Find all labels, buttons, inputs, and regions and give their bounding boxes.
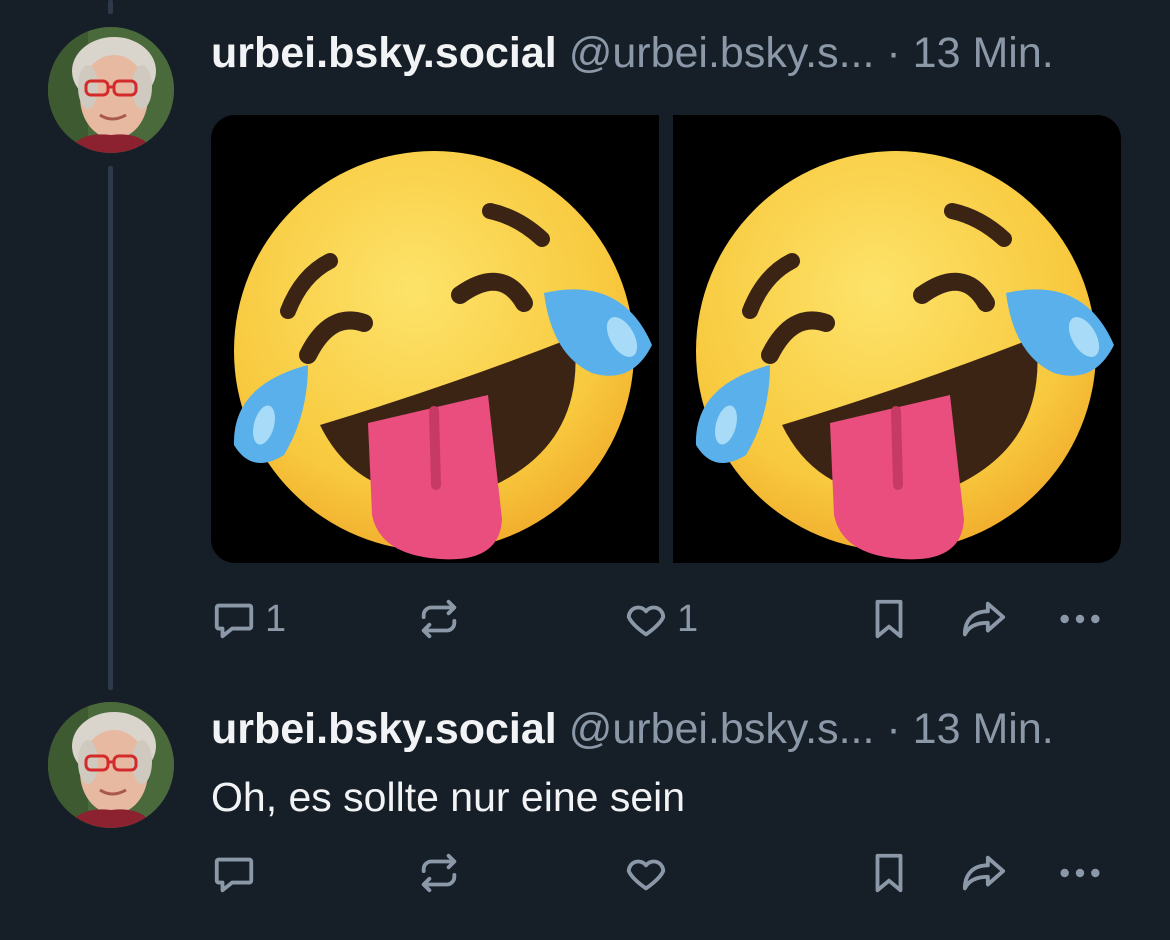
repost-icon: [421, 853, 457, 893]
share-icon: [962, 855, 1006, 891]
bookmark-icon: [875, 599, 903, 639]
post-2[interactable]: urbei.bsky.social @urbei.bsky.s... · 13 …: [0, 690, 1170, 940]
repost-icon: [421, 599, 457, 639]
image-gallery: [211, 115, 1121, 563]
reply-button[interactable]: 1: [211, 596, 286, 642]
display-name[interactable]: urbei.bsky.social: [211, 705, 557, 753]
post-actions: 1 1: [0, 596, 1170, 656]
image-1[interactable]: [211, 115, 659, 563]
more-options-button[interactable]: [1055, 850, 1105, 896]
more-dots-icon: [1060, 868, 1100, 878]
reply-button[interactable]: [211, 850, 265, 896]
laughing-emoji-icon: [674, 115, 1120, 563]
repost-button[interactable]: [416, 850, 470, 896]
post-header: urbei.bsky.social @urbei.bsky.s... · 13 …: [211, 28, 1130, 78]
post-1[interactable]: urbei.bsky.social @urbei.bsky.s... · 13 …: [0, 0, 1170, 690]
avatar-image: [48, 702, 174, 828]
post-actions: [0, 850, 1170, 910]
share-icon: [962, 601, 1006, 637]
like-button[interactable]: [623, 850, 677, 896]
repost-button[interactable]: [416, 596, 470, 642]
reply-icon: [214, 857, 254, 893]
post-header: urbei.bsky.social @urbei.bsky.s... · 13 …: [211, 704, 1130, 754]
post-text: Oh, es sollte nur eine sein: [211, 774, 686, 820]
more-options-button[interactable]: [1055, 596, 1105, 642]
share-button[interactable]: [958, 596, 1010, 642]
share-button[interactable]: [958, 850, 1010, 896]
avatar[interactable]: [48, 702, 174, 828]
timestamp[interactable]: 13 Min.: [913, 705, 1054, 753]
display-name[interactable]: urbei.bsky.social: [211, 29, 557, 77]
bookmark-button[interactable]: [866, 596, 912, 642]
avatar-image: [48, 27, 174, 153]
like-count: 1: [677, 597, 699, 640]
timestamp[interactable]: 13 Min.: [913, 29, 1054, 77]
laughing-emoji-icon: [212, 115, 658, 563]
like-button[interactable]: 1: [623, 596, 698, 642]
avatar[interactable]: [48, 27, 174, 153]
bookmark-button[interactable]: [866, 850, 912, 896]
bookmark-icon: [875, 853, 903, 893]
heart-icon: [626, 605, 666, 637]
separator: ·: [886, 29, 901, 77]
reply-icon: [214, 603, 254, 639]
handle[interactable]: @urbei.bsky.s...: [569, 705, 875, 753]
more-dots-icon: [1060, 614, 1100, 624]
reply-count: 1: [265, 597, 287, 640]
image-2[interactable]: [673, 115, 1121, 563]
separator: ·: [886, 705, 901, 753]
heart-icon: [626, 859, 666, 891]
handle[interactable]: @urbei.bsky.s...: [569, 29, 875, 77]
